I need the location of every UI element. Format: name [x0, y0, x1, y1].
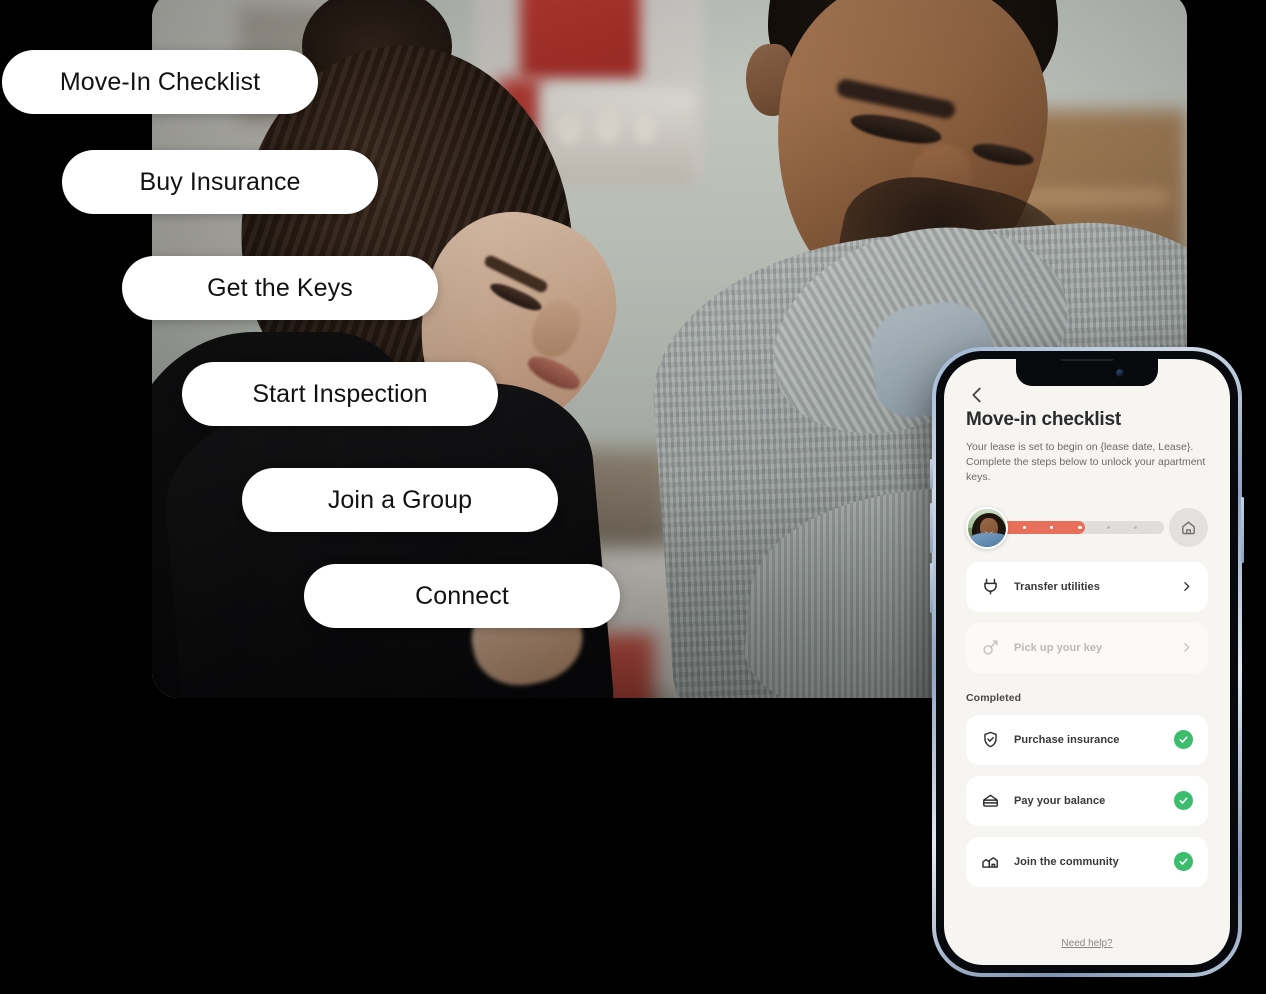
plug-icon: [984, 578, 997, 595]
wallet-icon: [983, 794, 998, 807]
completed-item-label: Pay your balance: [1014, 794, 1106, 807]
key-icon: [983, 640, 998, 655]
phone-notch: [1016, 359, 1158, 386]
pill-start-inspection[interactable]: Start Inspection: [182, 362, 498, 426]
pill-label: Connect: [415, 581, 509, 610]
speaker-grille-icon: [1060, 359, 1114, 361]
pill-label: Buy Insurance: [139, 167, 301, 196]
checklist-item-pick-up-your-key[interactable]: Pick up your key: [966, 622, 1208, 673]
pill-label: Get the Keys: [207, 273, 353, 302]
completed-item-label: Purchase insurance: [1014, 733, 1120, 746]
chevron-right-icon: [1184, 582, 1190, 592]
community-icon: [982, 857, 998, 868]
pill-join-a-group[interactable]: Join a Group: [242, 468, 558, 532]
shield-check-icon: [984, 731, 997, 748]
pill-move-in-checklist[interactable]: Move-In Checklist: [2, 50, 318, 114]
checklist-item-transfer-utilities[interactable]: Transfer utilities: [966, 561, 1208, 612]
need-help-link[interactable]: Need help?: [944, 938, 1230, 949]
phone-silent-switch: [930, 459, 933, 489]
checklist-item-label: Transfer utilities: [1014, 580, 1100, 593]
pill-label: Join a Group: [327, 485, 473, 514]
phone-volume-up-button: [930, 503, 933, 553]
home-icon: [1182, 521, 1195, 535]
home-goal-badge: [1169, 508, 1208, 548]
chevron-left-icon[interactable]: [966, 384, 988, 406]
phone-mockup: Move-in checklist Your lease is set to b…: [930, 347, 1244, 977]
completed-item-join-the-community[interactable]: Join the community: [966, 836, 1208, 887]
page-subtitle: Your lease is set to begin on {lease dat…: [966, 441, 1206, 483]
progress-tracker: [966, 505, 1208, 551]
avatar: [966, 506, 1008, 549]
check-circle-icon: [1174, 730, 1193, 750]
front-camera-icon: [1116, 369, 1124, 377]
progress-track: [996, 521, 1164, 535]
checklist-item-label: Pick up your key: [1014, 641, 1103, 654]
pill-connect[interactable]: Connect: [304, 564, 620, 628]
pill-label: Start Inspection: [252, 379, 428, 408]
completed-item-pay-your-balance[interactable]: Pay your balance: [966, 775, 1208, 826]
pill-label: Move-In Checklist: [59, 67, 261, 96]
page-root: Move-In Checklist Buy Insurance Get the …: [0, 0, 1266, 994]
check-circle-icon: [1174, 791, 1193, 811]
chevron-right-icon: [1184, 643, 1190, 653]
completed-section-heading: Completed: [966, 691, 1022, 704]
phone-volume-down-button: [930, 563, 933, 613]
pill-get-the-keys[interactable]: Get the Keys: [122, 256, 438, 320]
completed-item-purchase-insurance[interactable]: Purchase insurance: [966, 714, 1208, 765]
check-circle-icon: [1174, 852, 1193, 872]
phone-power-button: [1241, 497, 1244, 563]
page-title: Move-in checklist: [966, 409, 1121, 430]
completed-item-label: Join the community: [1014, 855, 1119, 868]
phone-screen: Move-in checklist Your lease is set to b…: [944, 359, 1230, 965]
pill-buy-insurance[interactable]: Buy Insurance: [62, 150, 378, 214]
